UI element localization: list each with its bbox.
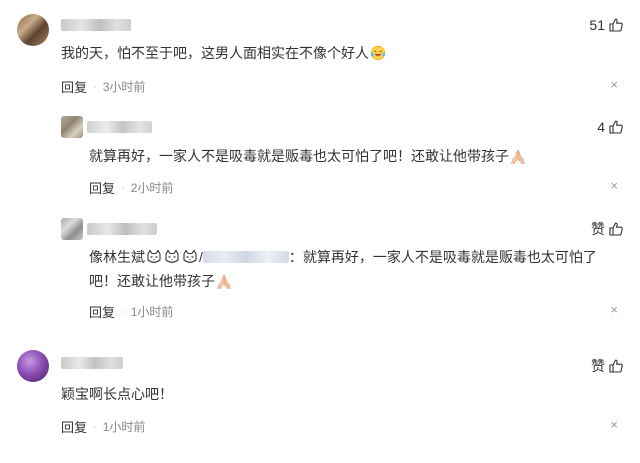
comment-text-content-line2: 吧！还敢让他带孩子: [89, 273, 215, 289]
separator: ·: [121, 305, 125, 318]
reply-button[interactable]: 回复: [89, 178, 115, 197]
separator: ·: [121, 181, 125, 194]
close-icon[interactable]: ×: [610, 77, 618, 92]
timestamp: 3小时前: [102, 80, 146, 94]
avatar[interactable]: [61, 218, 83, 240]
like-label: 赞: [591, 358, 605, 374]
cat-emoji-icon: [181, 249, 199, 265]
comment-meta: 回复 · 3小时前: [61, 77, 145, 96]
like-button[interactable]: 赞: [591, 356, 624, 376]
username-blurred[interactable]: [61, 19, 131, 31]
reply-button[interactable]: 回复: [61, 417, 87, 436]
avatar[interactable]: [17, 350, 49, 382]
like-label: 赞: [591, 221, 605, 237]
reply-button[interactable]: 回复: [89, 302, 115, 321]
like-count: 4: [597, 119, 605, 135]
cat-emoji-icon: [145, 249, 163, 265]
thumb-up-icon: [608, 119, 624, 135]
close-icon[interactable]: ×: [610, 178, 618, 193]
like-button[interactable]: 赞: [591, 219, 624, 239]
separator: ·: [93, 420, 97, 433]
comment-text-content: 我的天，怕不至于吧，这男人面相实在不像个好人: [61, 45, 369, 61]
like-button[interactable]: 4: [597, 119, 624, 135]
thumb-up-icon: [608, 17, 624, 33]
username-blurred[interactable]: [87, 121, 152, 133]
comment-text-content: 颖宝啊长点心吧！: [61, 386, 173, 402]
praying-hands-icon: [509, 148, 527, 164]
reply-button[interactable]: 回复: [61, 77, 87, 96]
timestamp: 1小时前: [102, 420, 146, 434]
timestamp: 2小时前: [130, 181, 174, 195]
comment-meta: 回复 · 2小时前: [89, 178, 173, 197]
comment-text-content: 就算再好，一家人不是吸毒就是贩毒也太可怕了吧！还敢让他带孩子: [89, 148, 509, 164]
like-button[interactable]: 51: [589, 17, 624, 33]
laughing-emoji-icon: [369, 45, 387, 61]
comment-text: 颖宝啊长点心吧！: [61, 382, 173, 406]
thumb-up-icon: [608, 221, 624, 237]
mention-name[interactable]: 像林生斌: [89, 249, 145, 265]
comment-text: 我的天，怕不至于吧，这男人面相实在不像个好人: [61, 41, 387, 65]
username-blurred[interactable]: [87, 223, 157, 235]
avatar[interactable]: [61, 116, 83, 138]
close-icon[interactable]: ×: [610, 302, 618, 317]
close-icon[interactable]: ×: [610, 417, 618, 432]
like-count: 51: [589, 17, 605, 33]
avatar[interactable]: [17, 14, 49, 46]
mention-username-blurred[interactable]: [202, 251, 289, 263]
comment-meta: 回复 · 1小时前: [61, 417, 145, 436]
username-blurred[interactable]: [61, 357, 123, 369]
comment-text-content: ：就算再好，一家人不是吸毒就是贩毒也太可怕了: [288, 249, 597, 265]
separator: ·: [93, 80, 97, 93]
timestamp: 1小时前: [130, 305, 174, 319]
comment-text: 像林生斌 / ：就算再好，一家人不是吸毒就是贩毒也太可怕了 吧！还敢让他带孩子: [89, 245, 609, 293]
thumb-up-icon: [608, 358, 624, 374]
cat-emoji-icon: [163, 249, 181, 265]
comment-text: 就算再好，一家人不是吸毒就是贩毒也太可怕了吧！还敢让他带孩子: [89, 144, 527, 168]
praying-hands-icon: [215, 273, 233, 289]
comment-meta: 回复 · 1小时前: [89, 302, 173, 321]
